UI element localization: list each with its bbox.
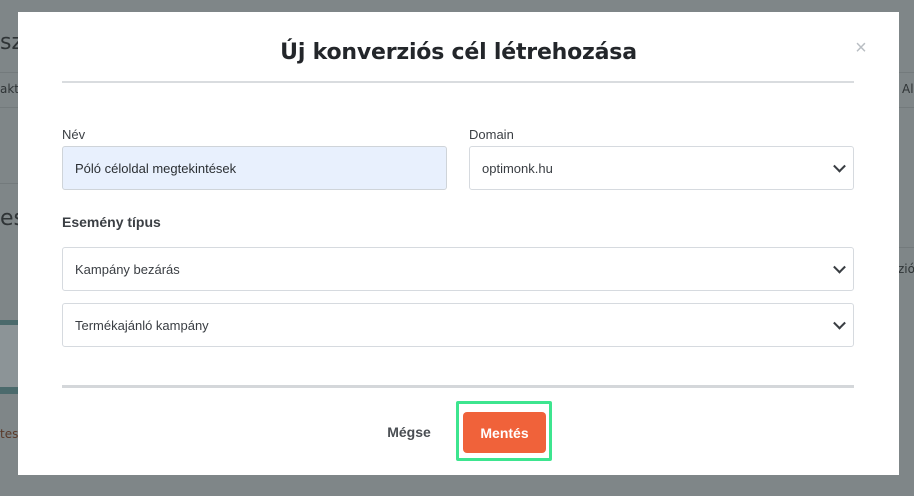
event-select-value: Kampány bezárás bbox=[75, 261, 180, 277]
background-divider bbox=[0, 72, 18, 73]
background-divider bbox=[899, 107, 914, 108]
footer-divider bbox=[62, 385, 854, 388]
domain-field-label: Domain bbox=[469, 127, 514, 142]
create-conversion-goal-modal: Új konverziós cél létrehozása × Név Doma… bbox=[18, 12, 899, 475]
campaign-select-value: Termékajánló kampány bbox=[75, 317, 209, 333]
event-type-label: Esemény típus bbox=[62, 214, 161, 230]
background-divider bbox=[0, 107, 18, 108]
modal-title: Új konverziós cél létrehozása bbox=[280, 40, 637, 65]
campaign-select[interactable]: Termékajánló kampány bbox=[62, 303, 854, 347]
chevron-down-icon bbox=[833, 159, 846, 173]
name-input[interactable] bbox=[62, 146, 447, 190]
background-text-fragment: akt bbox=[0, 82, 20, 96]
chevron-down-icon bbox=[833, 316, 846, 330]
background-divider bbox=[0, 183, 18, 184]
save-button[interactable]: Mentés bbox=[463, 412, 546, 453]
background-thumbnail bbox=[0, 320, 18, 394]
domain-select-value: optimonk.hu bbox=[482, 160, 553, 176]
background-text-fragment: Al bbox=[902, 82, 914, 96]
event-select[interactable]: Kampány bezárás bbox=[62, 247, 854, 291]
cancel-button[interactable]: Mégse bbox=[374, 419, 444, 445]
background-divider bbox=[899, 247, 914, 248]
header-divider bbox=[62, 81, 854, 83]
background-text-fragment: zió bbox=[898, 262, 914, 276]
domain-select[interactable]: optimonk.hu bbox=[469, 146, 854, 190]
close-icon[interactable]: × bbox=[851, 38, 871, 58]
chevron-down-icon bbox=[833, 260, 846, 274]
background-divider bbox=[899, 72, 914, 73]
background-text-fragment: tes bbox=[0, 427, 19, 441]
name-field-label: Név bbox=[62, 127, 86, 142]
